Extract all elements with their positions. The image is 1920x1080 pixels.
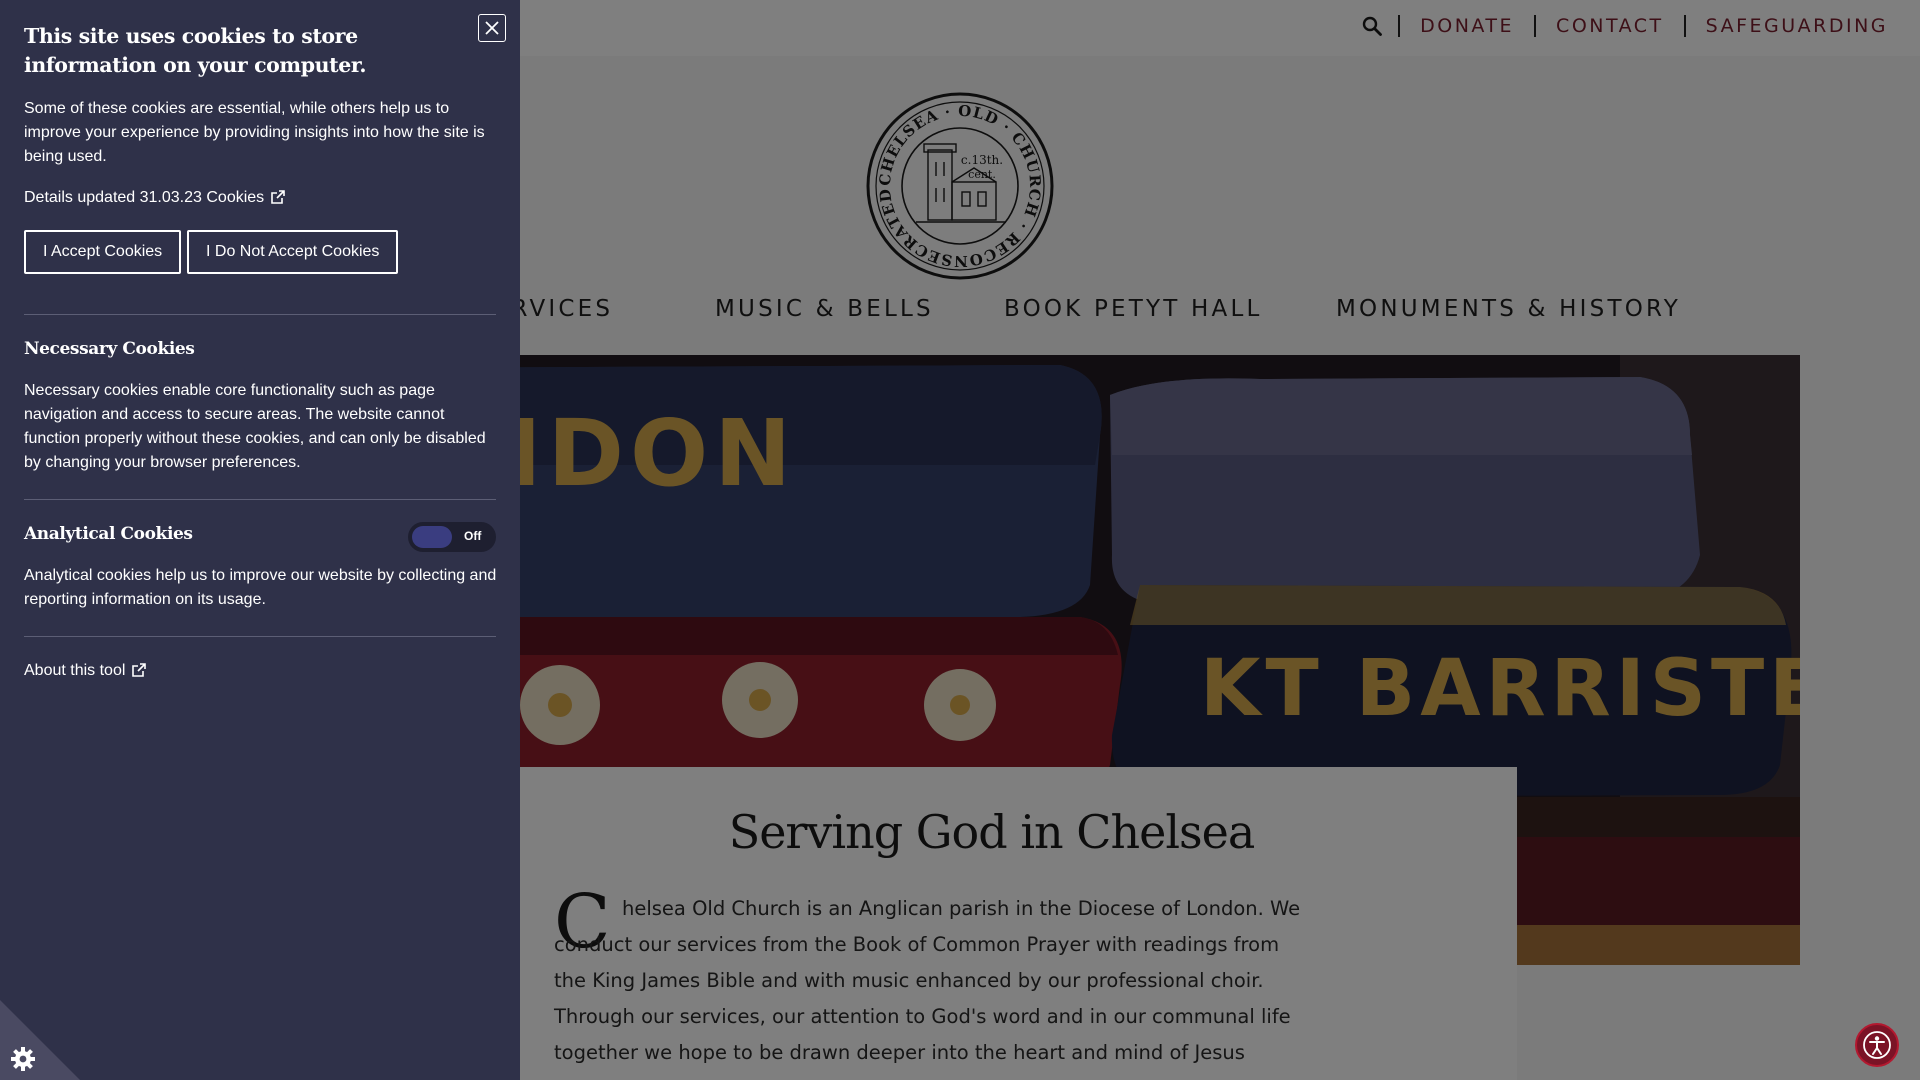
divider [24,636,496,637]
analytical-cookies-heading: Analytical Cookies [24,524,193,544]
accessibility-button[interactable] [1855,1023,1899,1067]
cookies-details-link[interactable]: Details updated 31.03.23 Cookies [24,189,286,206]
toggle-knob [412,526,452,548]
necessary-cookies-heading: Necessary Cookies [24,339,195,359]
cookie-panel-title: This site uses cookies to store informat… [24,24,367,77]
gear-icon [11,1047,35,1071]
cookie-intro-text: Some of these cookies are essential, whi… [24,100,485,165]
reject-cookies-button[interactable]: I Do Not Accept Cookies [187,230,399,274]
external-link-icon [271,190,285,204]
about-tool-label: About this tool [24,662,126,679]
cookies-details-label: Details updated 31.03.23 Cookies [24,189,265,206]
cookie-consent-panel: This site uses cookies to store informat… [0,0,520,1080]
about-tool: About this tool [24,659,147,683]
external-link-icon [132,663,147,677]
accept-cookies-button[interactable]: I Accept Cookies [24,230,182,274]
divider [24,499,496,500]
toggle-state-label: Off [464,529,482,543]
cookie-settings-button[interactable] [0,1000,80,1080]
analytical-cookies-toggle[interactable]: Off [408,522,496,552]
divider [24,314,496,315]
necessary-cookies-text: Necessary cookies enable core functional… [24,382,486,471]
analytical-cookies-text: Analytical cookies help us to improve ou… [24,567,497,608]
close-button[interactable] [478,14,506,42]
about-tool-link[interactable]: About this tool [24,662,147,679]
cookie-details: Details updated 31.03.23 Cookies [24,186,499,210]
close-icon [485,21,499,35]
accessibility-icon [1863,1031,1891,1059]
